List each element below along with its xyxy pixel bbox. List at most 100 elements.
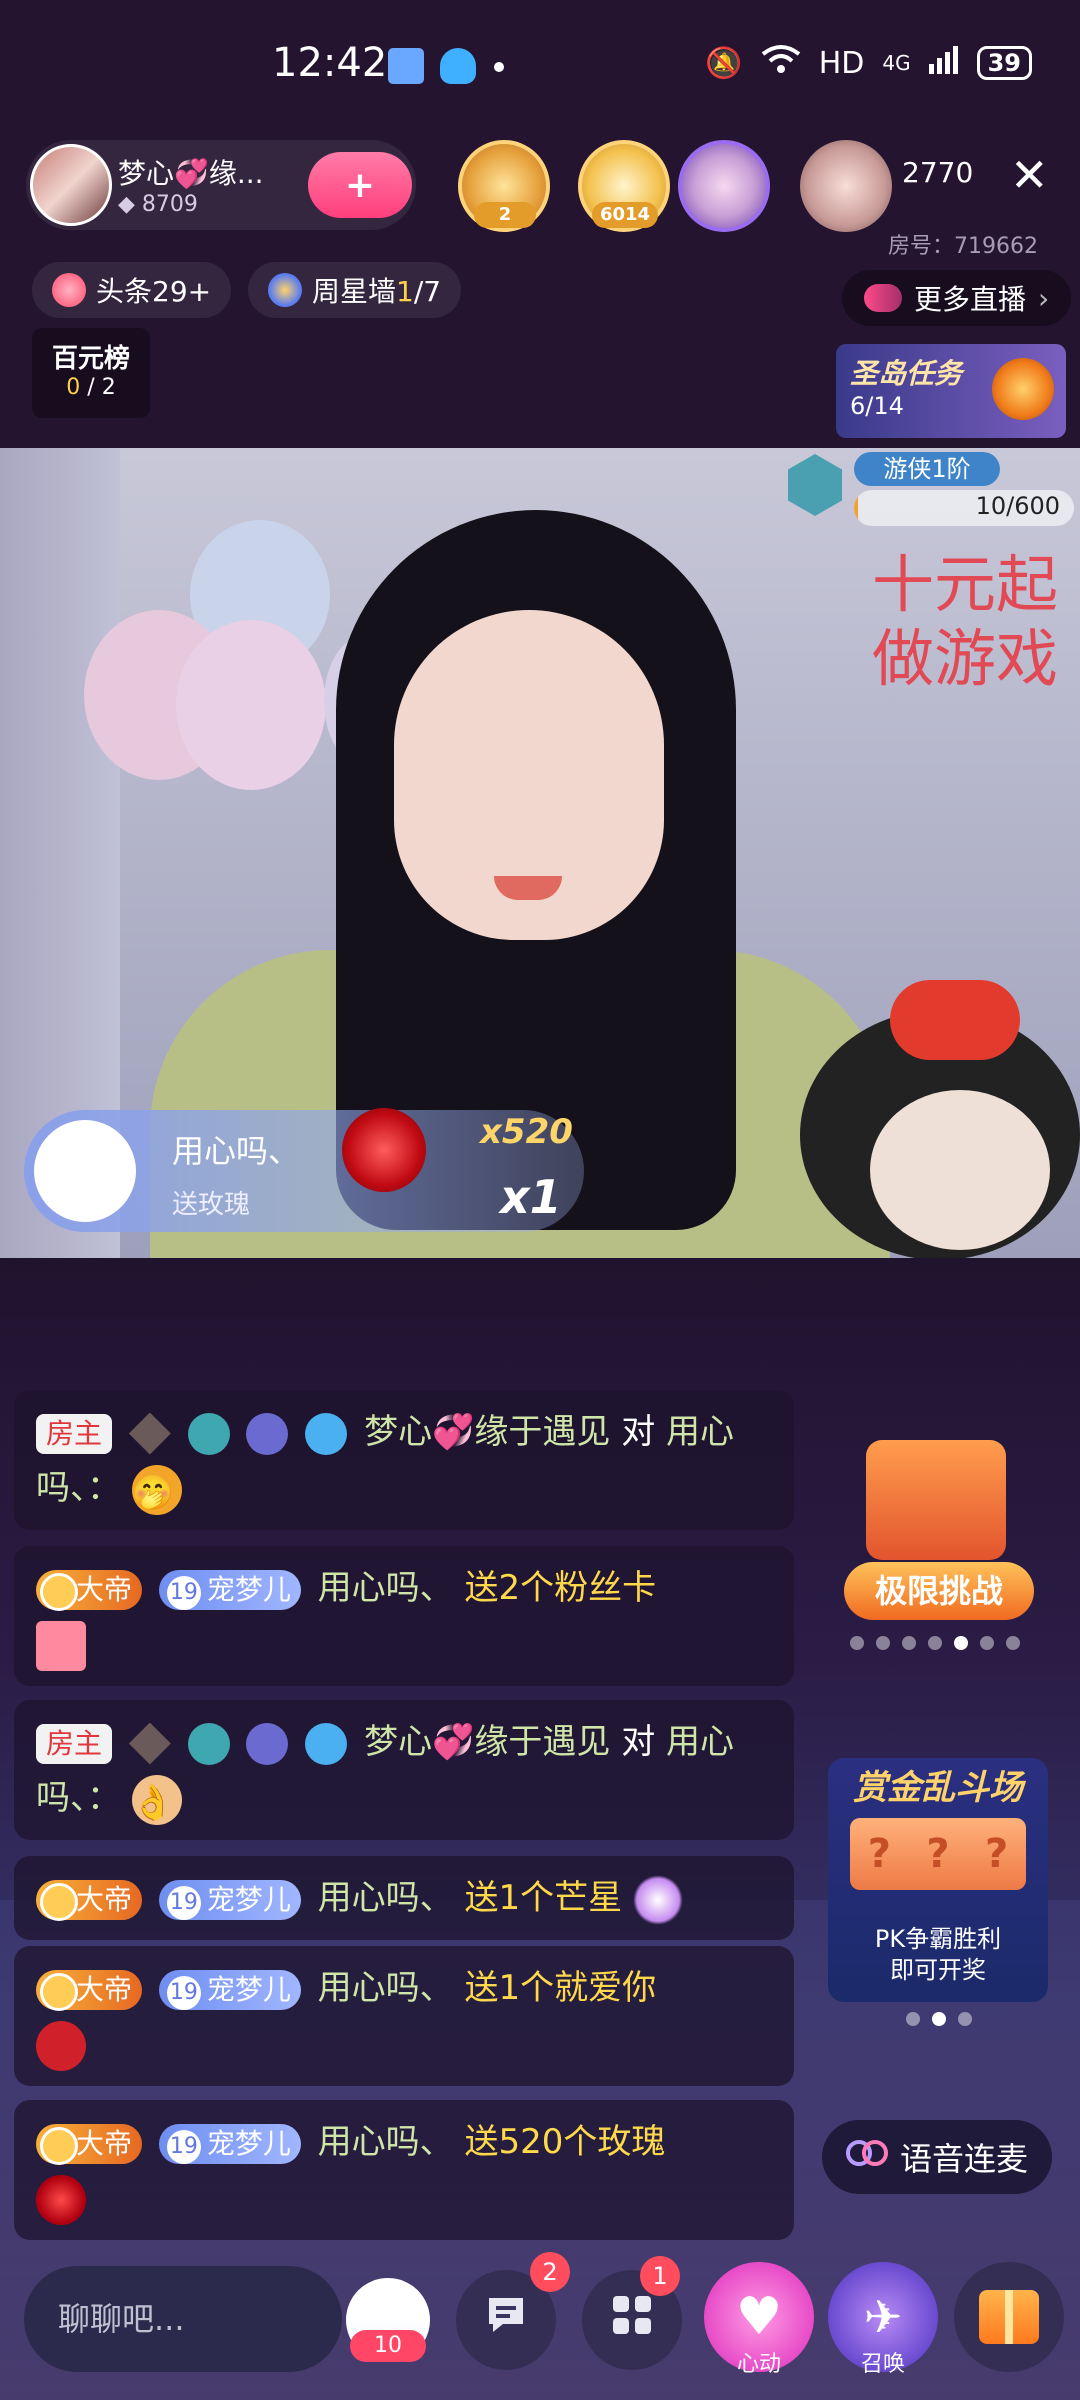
live-icon: [864, 284, 902, 312]
rank-title: 百元榜: [51, 344, 130, 374]
viewer-count[interactable]: 2770: [902, 156, 973, 189]
fan-badge: 19 宠梦儿: [158, 1969, 301, 2010]
level-label[interactable]: 游侠1阶: [854, 452, 1000, 486]
top-viewer-4[interactable]: [800, 140, 892, 232]
voice-link-button[interactable]: 语音连麦: [822, 2120, 1052, 2194]
signal-label: 4G: [882, 51, 911, 75]
pager-dot: [928, 1636, 942, 1650]
rose-gift-icon: [36, 2174, 86, 2225]
host-fans-value: 8709: [141, 192, 198, 217]
link-icon: [844, 2138, 890, 2176]
chat-input[interactable]: 聊聊吧...: [24, 2266, 342, 2372]
pager-dot: [958, 2012, 972, 2026]
shield-icon: [246, 1412, 289, 1455]
chat-message[interactable]: 大帝 19 宠梦儿 用心吗、 送1个就爱你: [14, 1946, 794, 2087]
plush-face: [870, 1090, 1050, 1250]
headline-label: 头条29+: [96, 275, 212, 308]
more-live-button[interactable]: 更多直播 ›: [842, 270, 1072, 326]
weekly-star-label: 周星墙1/7: [312, 270, 441, 310]
gift-button[interactable]: [954, 2262, 1064, 2372]
gift-icon: [979, 2290, 1039, 2344]
pager-dot-active: [954, 1636, 968, 1650]
fan-level: 19: [166, 1885, 201, 1920]
sender-name: 梦心💞缘于遇见: [364, 1722, 611, 1762]
pk-ball-count: 10: [350, 2330, 426, 2362]
connector: 对: [610, 1412, 667, 1452]
status-time: 12:42: [272, 40, 388, 86]
more-live-label: 更多直播: [914, 283, 1027, 316]
fan-name: 宠梦儿: [206, 1882, 291, 1916]
fan-badge: 19 宠梦儿: [158, 1879, 301, 1920]
challenge-label[interactable]: 极限挑战: [844, 1562, 1034, 1620]
flower-icon: [305, 1412, 348, 1455]
host-avatar[interactable]: [30, 144, 112, 226]
gem-icon: [187, 1722, 230, 1765]
fan-level: 19: [166, 1575, 201, 1610]
chat-message[interactable]: 大帝 19 宠梦儿 用心吗、 送2个粉丝卡: [14, 1546, 794, 1687]
host-name: 梦心💞缘...: [118, 157, 264, 190]
owner-tag: 房主: [36, 1413, 113, 1454]
love-gift-icon: [36, 2020, 86, 2071]
notification-dot-icon: [494, 62, 504, 72]
rank-total: / 2: [80, 375, 116, 400]
chat-message[interactable]: 大帝 19 宠梦儿 用心吗、 送1个芒星: [14, 1856, 794, 1941]
message-icon: [483, 2292, 529, 2349]
emperor-tag: 大帝: [36, 1969, 143, 2011]
emoji-icon: 👌: [131, 1774, 182, 1825]
bounty-description: PK争霸胜利 即可开奖: [838, 1924, 1038, 1986]
rose-icon: [342, 1108, 426, 1192]
rank-icon: [128, 1722, 171, 1765]
task-orb-icon: [992, 358, 1054, 420]
qq-icon: [440, 48, 476, 84]
gift-sender-avatar[interactable]: [34, 1120, 136, 1222]
promo-line-2: 做游戏: [871, 622, 1058, 696]
pager-dot: [906, 2012, 920, 2026]
battery-indicator: 39: [976, 46, 1032, 80]
gem-icon: [187, 1412, 230, 1455]
chat-message[interactable]: 房主 梦心💞缘于遇见 对 用心吗、： 🤭: [14, 1390, 794, 1531]
pager-dot: [850, 1636, 864, 1650]
top-viewer-3[interactable]: [678, 140, 770, 232]
fan-name: 宠梦儿: [206, 1572, 291, 1606]
bounty-desc-line-1: PK争霸胜利: [874, 1925, 1002, 1953]
apps-badge: 1: [640, 2256, 680, 2296]
gift-sender-name: 用心吗、: [172, 1132, 301, 1170]
heart-plus-icon: +: [344, 164, 376, 206]
fan-badge: 19 宠梦儿: [158, 2123, 301, 2164]
sender-name: 梦心💞缘于遇见: [364, 1412, 611, 1452]
flower-icon: [305, 1722, 348, 1765]
airplane-icon: ✈: [863, 2290, 903, 2344]
emperor-tag: 大帝: [36, 2123, 143, 2165]
sender-name: 用心吗、: [317, 1968, 454, 2008]
chat-message[interactable]: 大帝 19 宠梦儿 用心吗、 送520个玫瑰: [14, 2100, 794, 2241]
gift-text: 送520个玫瑰: [464, 2122, 666, 2162]
signal-icon: [928, 44, 959, 82]
weekly-star-chip[interactable]: 周星墙1/7: [248, 262, 462, 318]
gift-action: 送玫瑰: [172, 1190, 251, 1220]
chat-message[interactable]: 房主 梦心💞缘于遇见 对 用心吗、： 👌: [14, 1700, 794, 1841]
promo-text: 十元起 做游戏: [848, 548, 1058, 697]
pager-dot: [1006, 1636, 1020, 1650]
hundred-yuan-rank[interactable]: 百元榜 0 / 2: [32, 328, 150, 418]
level-progress-fill: [854, 490, 858, 526]
gift-multiplier: x520: [480, 1112, 573, 1152]
fan-name: 宠梦儿: [206, 2126, 291, 2160]
close-button[interactable]: ✕: [1010, 152, 1049, 198]
level-progress-bar: 10/600: [854, 490, 1074, 526]
slot-1: ?: [867, 1831, 891, 1877]
fan-name: 宠梦儿: [206, 1972, 291, 2006]
hd-label: HD: [818, 45, 865, 81]
slot-3: ?: [985, 1831, 1009, 1877]
host-fan-count: ◆ 8709: [118, 192, 198, 217]
headline-chip[interactable]: 头条29+: [32, 262, 232, 318]
level-progress-text: 10/600: [975, 492, 1060, 520]
challenge-gift-icon[interactable]: [866, 1440, 1006, 1560]
viewer-2-badge: 6014: [592, 202, 658, 228]
connector: 对: [610, 1722, 667, 1762]
follow-button[interactable]: +: [308, 152, 412, 218]
heartbeat-label: 心动: [736, 2352, 781, 2377]
gift-text: 送1个芒星: [464, 1878, 623, 1918]
viewer-1-badge: 2: [474, 202, 536, 228]
fan-level: 19: [166, 1975, 201, 2010]
slot-2: ?: [926, 1831, 950, 1877]
